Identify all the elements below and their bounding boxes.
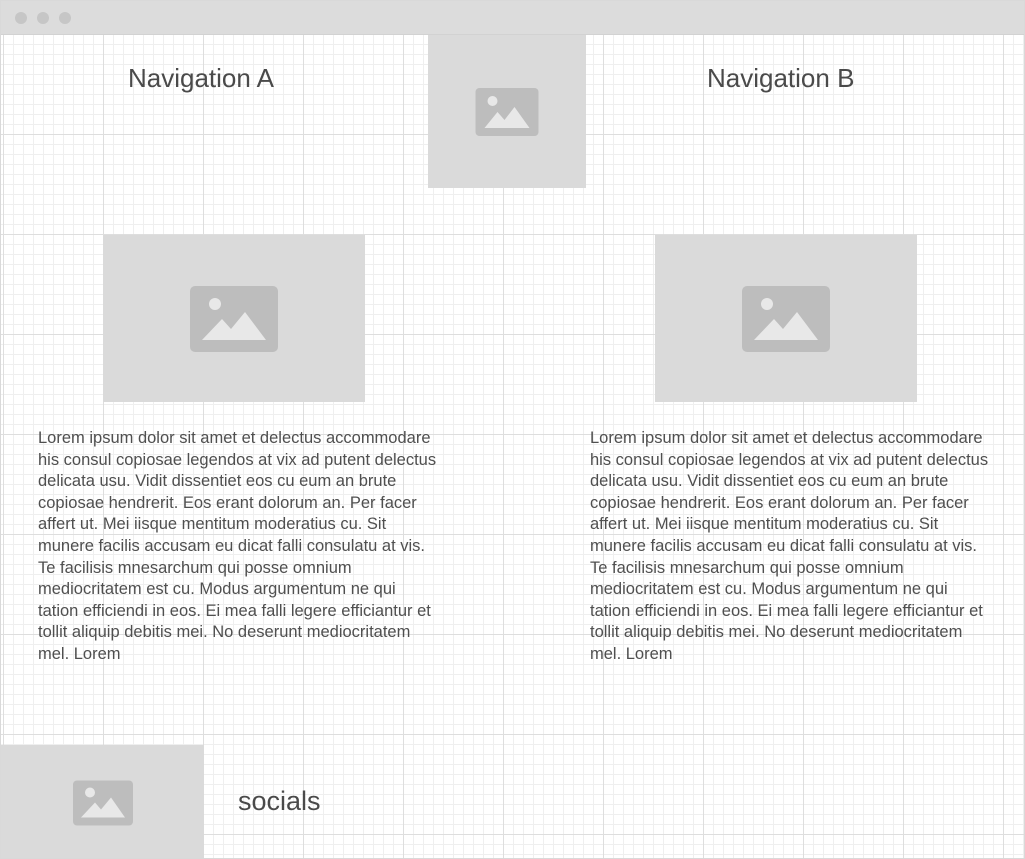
footer-image-placeholder <box>1 745 204 858</box>
image-placeholder-icon <box>190 285 278 352</box>
content-image-placeholder-a <box>103 235 365 402</box>
image-placeholder-icon <box>742 285 830 352</box>
image-placeholder-icon <box>475 87 539 136</box>
nav-link-a[interactable]: Navigation A <box>128 63 274 93</box>
window-maximize-button[interactable] <box>59 12 71 24</box>
browser-window: Navigation A Navigation B Lorem ipsum do… <box>0 0 1025 859</box>
nav-link-b[interactable]: Navigation B <box>707 63 854 93</box>
window-titlebar <box>1 1 1024 35</box>
logo-placeholder[interactable] <box>428 35 586 188</box>
content-paragraph-b: Lorem ipsum dolor sit amet et delectus a… <box>590 429 989 663</box>
image-placeholder-icon <box>72 780 133 825</box>
window-minimize-button[interactable] <box>37 12 49 24</box>
content-image-placeholder-b <box>655 235 917 402</box>
socials-label[interactable]: socials <box>238 785 321 817</box>
content-paragraph-a: Lorem ipsum dolor sit amet et delectus a… <box>38 429 437 663</box>
window-close-button[interactable] <box>15 12 27 24</box>
